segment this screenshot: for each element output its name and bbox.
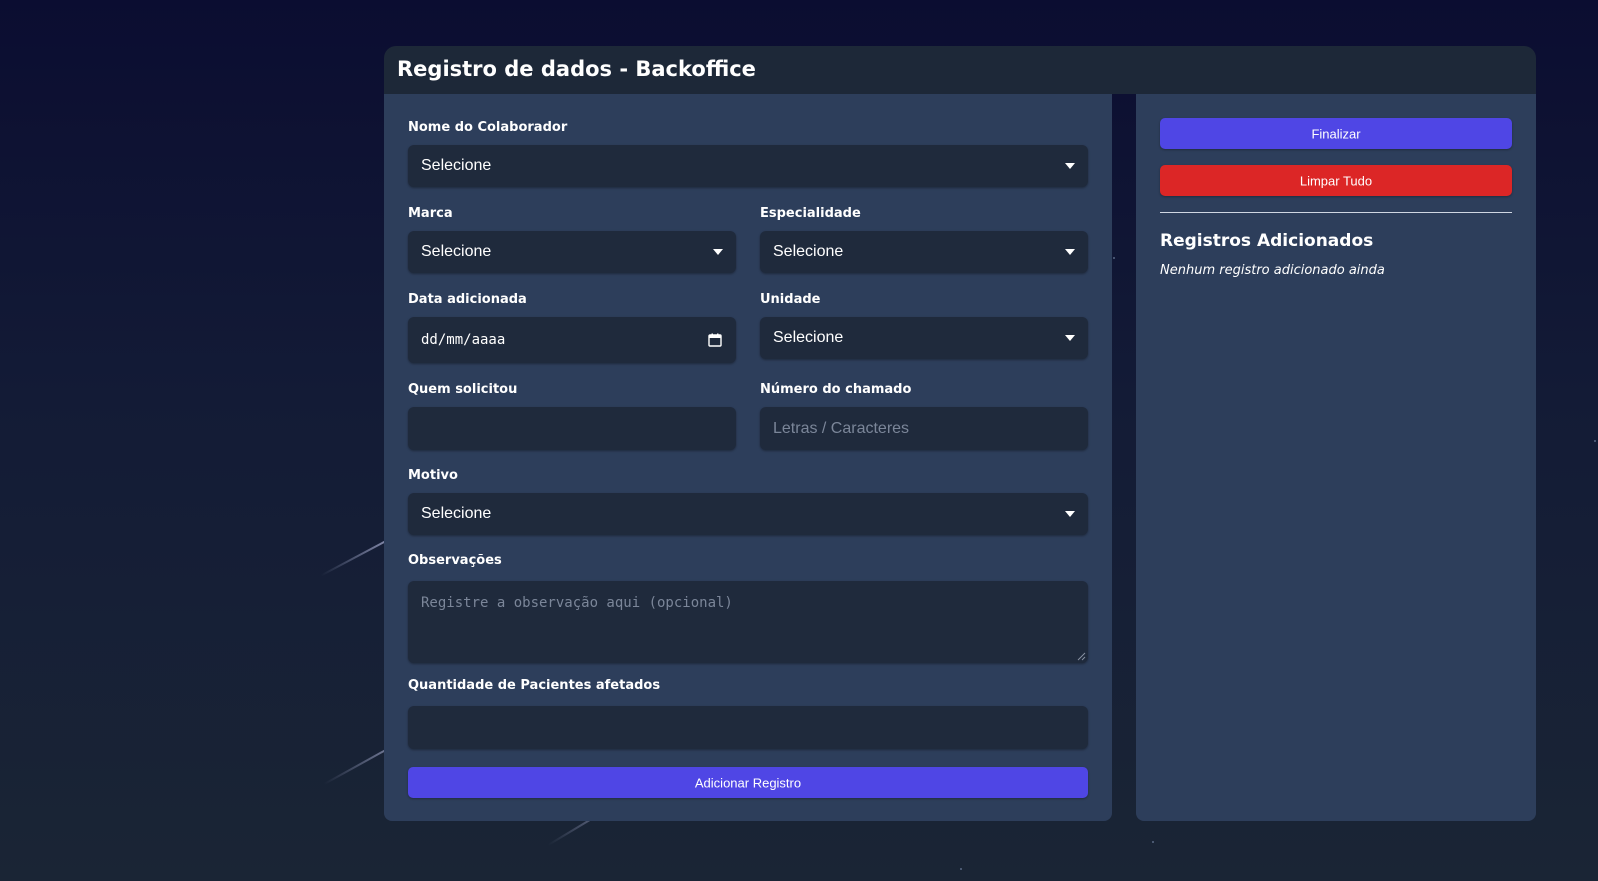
numero-chamado-input[interactable]: Letras / Caracteres: [760, 407, 1088, 450]
app-header: Registro de dados - Backoffice: [384, 46, 1536, 94]
calendar-icon[interactable]: [708, 333, 722, 347]
observacoes-placeholder: Registre a observação aqui (opcional): [421, 595, 733, 611]
divider: [1160, 212, 1512, 213]
chevron-down-icon: [713, 249, 723, 255]
unidade-select[interactable]: Selecione: [760, 317, 1088, 359]
unidade-label: Unidade: [760, 292, 821, 307]
especialidade-select-value: Selecione: [773, 243, 844, 260]
especialidade-select[interactable]: Selecione: [760, 231, 1088, 273]
colaborador-select-value: Selecione: [421, 157, 492, 174]
numero-chamado-placeholder: Letras / Caracteres: [773, 419, 910, 437]
observacoes-textarea[interactable]: Registre a observação aqui (opcional): [408, 581, 1088, 663]
date-input[interactable]: dd/mm/aaaa: [408, 317, 736, 363]
empty-records-message: Nenhum registro adicionado ainda: [1160, 263, 1385, 278]
quantidade-label: Quantidade de Pacientes afetados: [408, 678, 661, 693]
add-record-button[interactable]: Adicionar Registro: [408, 767, 1088, 798]
resize-handle-icon[interactable]: [1077, 652, 1086, 661]
quantidade-input[interactable]: [408, 706, 1088, 749]
marca-select[interactable]: Selecione: [408, 231, 736, 273]
records-title: Registros Adicionados: [1160, 231, 1374, 251]
finalizar-button[interactable]: Finalizar: [1160, 118, 1512, 149]
quem-solicitou-input[interactable]: [408, 407, 736, 450]
page-title: Registro de dados - Backoffice: [397, 57, 756, 81]
data-label: Data adicionada: [408, 292, 527, 307]
chevron-down-icon: [1065, 249, 1075, 255]
star: [1113, 257, 1115, 259]
add-record-button-label: Adicionar Registro: [694, 775, 802, 790]
motivo-select[interactable]: Selecione: [408, 493, 1088, 535]
colaborador-label: Nome do Colaborador: [408, 120, 568, 135]
unidade-select-value: Selecione: [773, 329, 844, 346]
quem-solicitou-label: Quem solicitou: [408, 382, 518, 397]
clear-all-button[interactable]: Limpar Tudo: [1160, 165, 1512, 196]
star: [1594, 440, 1596, 442]
chevron-down-icon: [1065, 511, 1075, 517]
chevron-down-icon: [1065, 335, 1075, 341]
clear-all-button-label: Limpar Tudo: [1299, 173, 1373, 188]
marca-select-value: Selecione: [421, 243, 492, 260]
star: [960, 868, 962, 870]
chevron-down-icon: [1065, 163, 1075, 169]
finalizar-button-label: Finalizar: [1311, 126, 1361, 141]
especialidade-label: Especialidade: [760, 206, 861, 221]
form-panel: Nome do Colaborador Selecione Marca Sele…: [384, 94, 1112, 821]
observacoes-label: Observações: [408, 553, 502, 568]
date-input-value: dd/mm/aaaa: [421, 332, 506, 348]
motivo-label: Motivo: [408, 468, 458, 483]
numero-chamado-label: Número do chamado: [760, 382, 912, 397]
colaborador-select[interactable]: Selecione: [408, 145, 1088, 187]
records-panel: Finalizar Limpar Tudo Registros Adiciona…: [1136, 94, 1536, 821]
star: [1152, 841, 1154, 843]
marca-label: Marca: [408, 206, 453, 221]
motivo-select-value: Selecione: [421, 505, 492, 522]
